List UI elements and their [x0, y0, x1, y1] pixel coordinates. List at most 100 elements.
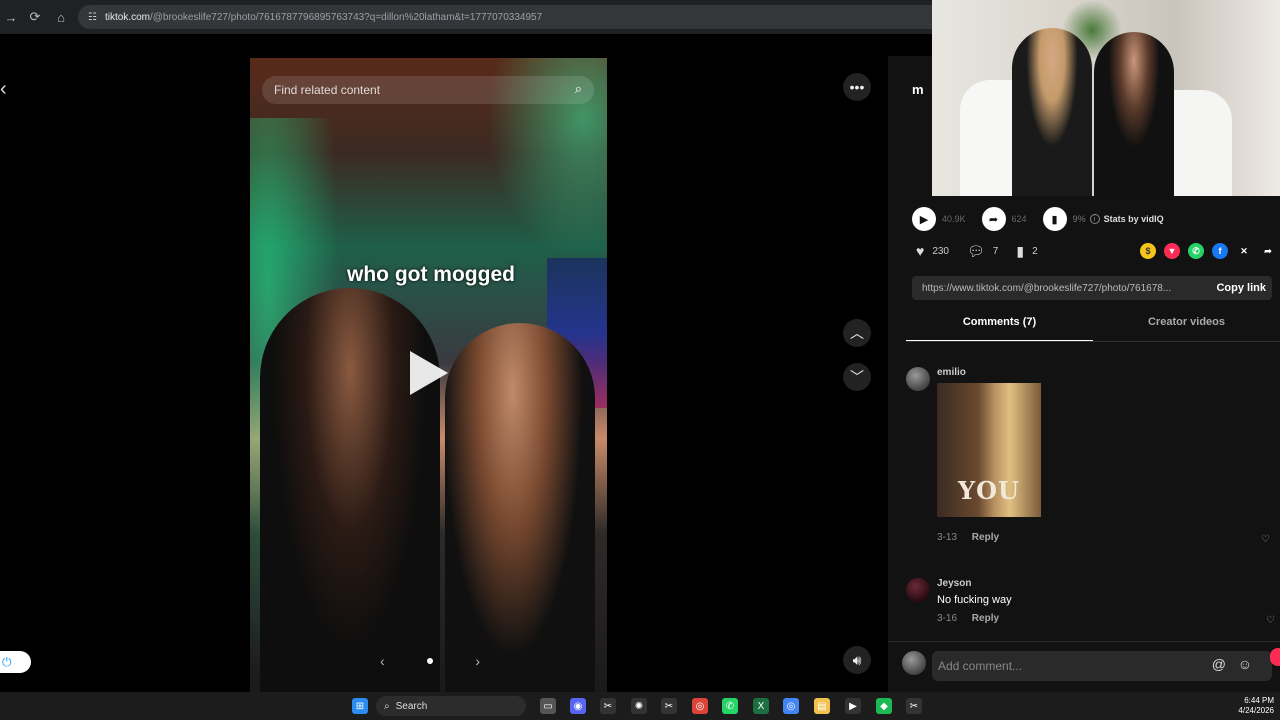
extension-toggle[interactable]: ⏻ [0, 651, 31, 673]
panel-tabs: Comments (7) Creator videos [906, 316, 1280, 342]
whatsapp-icon[interactable]: ✆ [1188, 243, 1204, 259]
post-comment-button[interactable] [1270, 648, 1280, 666]
start-icon[interactable]: ⊞ [352, 698, 368, 714]
avatar[interactable] [906, 367, 930, 391]
add-comment-placeholder: Add comment... [938, 659, 1023, 673]
comment-image-title: YOU [958, 476, 1020, 505]
engagement-actions: ♥ 230 💬︎ 7 ▮ 2 [916, 242, 1056, 260]
photo-caption-overlay: who got mogged [347, 263, 515, 286]
carousel-prev-icon[interactable]: ‹ [380, 653, 385, 669]
chatgpt-icon[interactable]: ✺ [631, 698, 647, 714]
comments-count: 7 [992, 245, 999, 257]
mention-icon[interactable]: @ [1212, 656, 1226, 672]
shares-count: 624 [1011, 214, 1027, 224]
play-icon: ▶ [912, 207, 936, 231]
related-search-input[interactable]: Find related content ⌕ [262, 76, 594, 104]
photo-person [260, 288, 440, 692]
volume-icon[interactable]: 🔊︎ [843, 646, 871, 674]
comment-author[interactable]: emilio [937, 367, 966, 378]
share-arrow-icon: ➦ [981, 207, 1006, 231]
webcam-overlay [932, 0, 1280, 196]
coin-icon[interactable]: $ [1140, 243, 1156, 259]
chrome-icon[interactable]: ◎ [783, 698, 799, 714]
taskbar-search-label: Search [395, 700, 428, 712]
reload-icon[interactable]: ⟳ [24, 6, 46, 28]
media-viewer: ‹ Find related content ⌕ who got mogged … [0, 56, 888, 692]
home-icon[interactable]: ⌂ [50, 6, 72, 28]
post-link-box: https://www.tiktok.com/@brookeslife727/p… [912, 276, 1272, 300]
system-clock[interactable]: 6:44 PM 4/24/2026 [1238, 696, 1274, 716]
file-explorer-icon[interactable]: ▤ [814, 698, 830, 714]
repost-icon[interactable]: ▼ [1164, 243, 1180, 259]
close-viewer-icon[interactable]: ‹ [0, 78, 7, 101]
facebook-icon[interactable]: f [1212, 243, 1228, 259]
clock-time: 6:44 PM [1244, 696, 1274, 705]
add-comment-input[interactable]: Add comment... @ ☺ [932, 651, 1272, 681]
browser-toolbar: → ⟳ ⌂ ☷ tiktok.com /@brookeslife727/phot… [0, 0, 932, 34]
carousel-next-icon[interactable]: › [475, 653, 480, 669]
task-view-icon[interactable]: ▭ [540, 698, 556, 714]
photo-person [445, 323, 595, 692]
comment-like-icon[interactable]: ♡ [1266, 615, 1275, 626]
excel-icon[interactable]: X [753, 698, 769, 714]
comment-author[interactable]: Jeyson [937, 578, 971, 589]
tab-comments[interactable]: Comments (7) [906, 316, 1093, 342]
url-path: /@brookeslife727/photo/76167877968957637… [149, 11, 543, 23]
copy-link-button[interactable]: Copy link [1216, 282, 1266, 294]
capcut-icon[interactable]: ✂ [661, 698, 677, 714]
site-info-icon[interactable]: ☷ [88, 12, 97, 23]
taskbar-search[interactable]: ⌕ Search [376, 696, 526, 716]
comment-item: Jeyson No fucking way 3-16 Reply ♡ [906, 578, 1280, 628]
search-icon: ⌕ [384, 700, 390, 712]
related-search-placeholder: Find related content [274, 83, 381, 97]
tab-creator-videos[interactable]: Creator videos [1093, 316, 1280, 342]
info-icon[interactable]: i [1089, 214, 1100, 224]
capcut-icon[interactable]: ✂ [600, 698, 616, 714]
likes-count: 230 [932, 245, 949, 257]
forward-icon[interactable]: → [0, 6, 22, 28]
comment-composer: Add comment... @ ☺ [888, 641, 1280, 692]
comment-meta: 3-13 Reply [937, 532, 999, 543]
comment-icon[interactable]: 💬︎ [967, 243, 985, 260]
url-host: tiktok.com [104, 11, 150, 23]
heart-icon[interactable]: ♥ [916, 243, 924, 259]
stats-by-label: Stats by vidIQ [1103, 214, 1164, 224]
engagement-rate: 9% [1072, 214, 1086, 224]
chevron-up-icon[interactable]: ︿ [843, 319, 871, 347]
carousel-dot[interactable] [427, 658, 433, 664]
bookmark-icon[interactable]: ▮ [1016, 243, 1024, 260]
comment-date: 3-13 [937, 532, 958, 543]
webcam-person [1012, 28, 1092, 196]
search-icon[interactable]: ⌕ [575, 81, 582, 97]
media-player-icon[interactable]: ▶ [845, 698, 861, 714]
address-bar[interactable]: ☷ tiktok.com /@brookeslife727/photo/7616… [78, 5, 932, 29]
chevron-down-icon[interactable]: ﹀ [843, 363, 871, 391]
comment-item: emilio YOU 3-13 Reply ♡ [906, 367, 1280, 557]
discord-icon[interactable]: ◉ [570, 698, 586, 714]
app-icon[interactable]: ◆ [876, 698, 892, 714]
chrome-icon[interactable]: ◎ [692, 698, 708, 714]
taskbar: ⊞ ⌕ Search ▭ ◉ ✂ ✺ ✂ ◎ ✆ X ◎ ▤ ▶ ◆ ✂ 6:4… [0, 692, 1280, 720]
more-options-icon[interactable]: ••• [843, 73, 871, 101]
comment-date: 3-16 [937, 613, 958, 624]
share-more-icon[interactable]: ➦ [1260, 243, 1276, 259]
vidiq-stats: ▶ 40.9K ➦ 624 ▮ 9% i Stats by vidIQ [912, 207, 1164, 231]
reply-button[interactable]: Reply [972, 613, 999, 624]
reply-button[interactable]: Reply [972, 532, 999, 543]
capcut-icon[interactable]: ✂ [906, 698, 922, 714]
comment-image[interactable]: YOU [937, 383, 1041, 517]
play-icon[interactable] [410, 351, 448, 395]
comment-like-icon[interactable]: ♡ [1261, 534, 1270, 545]
comment-meta: 3-16 Reply [937, 613, 999, 624]
bar-chart-icon: ▮ [1042, 207, 1067, 231]
saves-count: 2 [1032, 245, 1038, 257]
whatsapp-icon[interactable]: ✆ [722, 698, 738, 714]
webcam-person [1094, 32, 1174, 196]
post-photo[interactable]: Find related content ⌕ who got mogged ‹ … [250, 58, 607, 692]
clock-date: 4/24/2026 [1238, 706, 1274, 715]
avatar[interactable] [906, 578, 930, 602]
avatar [902, 651, 926, 675]
x-icon[interactable]: ✕ [1236, 243, 1252, 259]
emoji-icon[interactable]: ☺ [1238, 656, 1252, 672]
tabs-divider [906, 341, 1280, 342]
